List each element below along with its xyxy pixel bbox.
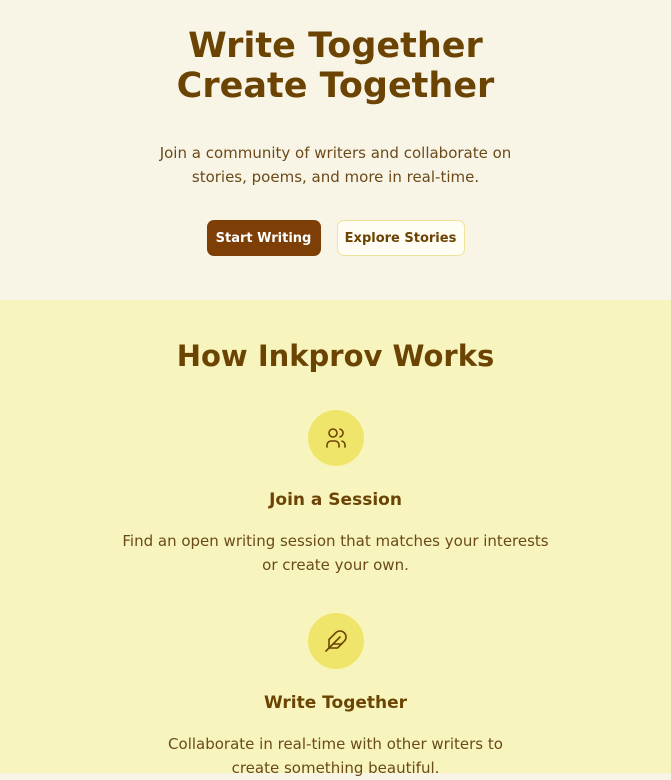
hero-title: Write Together Create Together — [177, 26, 495, 106]
hero-title-line-2: Create Together — [176, 66, 495, 106]
hero-section: Write Together Create Together Join a co… — [0, 0, 671, 300]
hero-title-line-1: Write Together — [188, 26, 483, 66]
explore-stories-button[interactable]: Explore Stories — [336, 220, 465, 256]
step-write-together: Write Together Collaborate in real-time … — [146, 613, 526, 780]
how-it-works-section: How Inkprov Works Join a Session Find an… — [0, 300, 671, 777]
step-join-session: Join a Session Find an open writing sess… — [121, 410, 551, 577]
step-title: Join a Session — [269, 490, 402, 510]
step-title: Write Together — [263, 693, 408, 713]
section-title: How Inkprov Works — [176, 339, 495, 373]
hero-actions: Start Writing Explore Stories — [206, 220, 465, 256]
hero-subtitle: Join a community of writers and collabor… — [159, 144, 512, 186]
users-icon — [307, 410, 364, 466]
feather-icon — [307, 613, 364, 669]
step-description: Find an open writing session that matche… — [122, 532, 549, 574]
start-writing-button[interactable]: Start Writing — [206, 220, 321, 256]
